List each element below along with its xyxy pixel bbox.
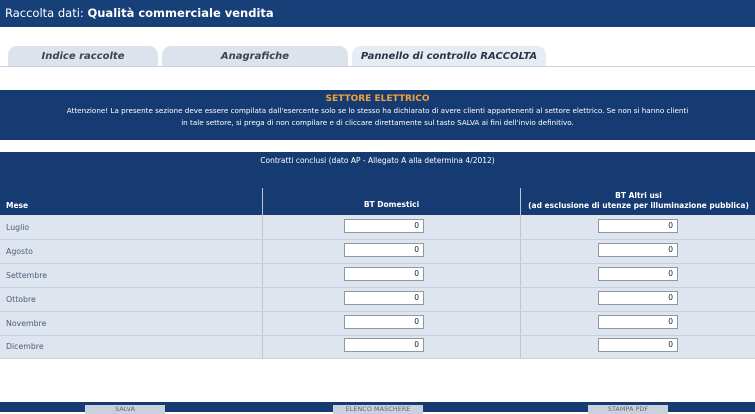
month-label: Luglio bbox=[6, 223, 30, 232]
table-row: Settembre 0 0 bbox=[0, 264, 755, 288]
bt-altri-input[interactable]: 0 bbox=[598, 267, 678, 281]
tab-anagrafiche[interactable]: Anagrafiche bbox=[162, 46, 348, 67]
notice-line-2: in tale settore, si prega di non compila… bbox=[181, 118, 574, 127]
contracts-table: Contratti conclusi (dato AP - Allegato A… bbox=[0, 152, 755, 359]
bt-altri-input[interactable]: 0 bbox=[598, 243, 678, 257]
table-header: Mese BT Domestici BT Altri usi (ad esclu… bbox=[0, 188, 755, 215]
col-header-month: Mese bbox=[6, 201, 29, 210]
elenco-maschere-button[interactable]: ELENCO MASCHERE bbox=[333, 405, 423, 414]
tab-pannello-controllo[interactable]: Pannello di controllo RACCOLTA bbox=[352, 46, 546, 67]
bt-domestici-input[interactable]: 0 bbox=[344, 291, 424, 305]
bt-altri-input[interactable]: 0 bbox=[598, 219, 678, 233]
col-header-bt-altri: BT Altri usi (ad esclusione di utenze pe… bbox=[522, 191, 755, 211]
month-label: Agosto bbox=[6, 247, 33, 256]
table-row: Novembre 0 0 bbox=[0, 312, 755, 336]
bt-altri-input[interactable]: 0 bbox=[598, 338, 678, 352]
table-caption: Contratti conclusi (dato AP - Allegato A… bbox=[0, 152, 755, 188]
table-row: Dicembre 0 0 bbox=[0, 335, 755, 359]
title-text: Qualità commerciale vendita bbox=[87, 6, 274, 20]
bt-domestici-input[interactable]: 0 bbox=[344, 243, 424, 257]
title-prefix: Raccolta dati: bbox=[5, 6, 84, 20]
bt-domestici-input[interactable]: 0 bbox=[344, 315, 424, 329]
tab-label: Anagrafiche bbox=[220, 51, 290, 62]
stampa-pdf-button[interactable]: STAMPA PDF bbox=[588, 405, 668, 414]
bt-altri-input[interactable]: 0 bbox=[598, 291, 678, 305]
month-label: Dicembre bbox=[6, 342, 44, 351]
tab-indice-raccolte[interactable]: Indice raccolte bbox=[8, 46, 158, 67]
bt-domestici-input[interactable]: 0 bbox=[344, 338, 424, 352]
tab-label: Pannello di controllo RACCOLTA bbox=[360, 51, 538, 62]
col-header-bt-altri-title: BT Altri usi bbox=[615, 191, 662, 200]
tab-label: Indice raccolte bbox=[41, 51, 125, 62]
month-label: Settembre bbox=[6, 271, 48, 280]
bt-altri-input[interactable]: 0 bbox=[598, 315, 678, 329]
tab-underline bbox=[0, 66, 755, 67]
footer-bar: SALVA ELENCO MASCHERE STAMPA PDF bbox=[0, 402, 755, 414]
table-row: Agosto 0 0 bbox=[0, 240, 755, 264]
notice-line-1: Attenzione! La presente sezione deve ess… bbox=[66, 106, 689, 115]
page-title: Raccolta dati: Qualità commerciale vendi… bbox=[5, 6, 274, 20]
table-row: Luglio 0 0 bbox=[0, 216, 755, 240]
col-header-bt-altri-note: (ad esclusione di utenze per illuminazio… bbox=[528, 201, 749, 210]
save-button[interactable]: SALVA bbox=[85, 405, 165, 414]
title-bar: Raccolta dati: Qualità commerciale vendi… bbox=[0, 0, 755, 27]
month-label: Ottobre bbox=[6, 295, 36, 304]
table-row: Ottobre 0 0 bbox=[0, 288, 755, 312]
tab-strip: Indice raccolte Anagrafiche Pannello di … bbox=[0, 27, 755, 67]
month-label: Novembre bbox=[6, 319, 47, 328]
bt-domestici-input[interactable]: 0 bbox=[344, 267, 424, 281]
col-header-bt-domestici: BT Domestici bbox=[363, 200, 420, 209]
notice-banner: SETTORE ELETTRICO Attenzione! La present… bbox=[0, 90, 755, 140]
bt-domestici-input[interactable]: 0 bbox=[344, 219, 424, 233]
notice-heading: SETTORE ELETTRICO bbox=[325, 94, 430, 104]
